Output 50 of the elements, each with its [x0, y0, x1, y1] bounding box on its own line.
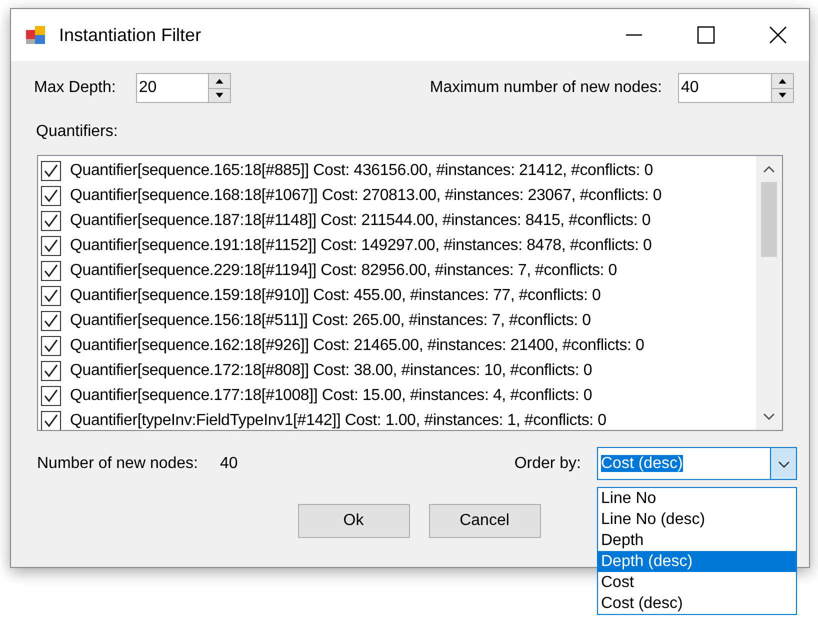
checkbox[interactable]	[41, 310, 61, 330]
node-count: 40	[220, 454, 238, 474]
quantifier-list[interactable]	[37, 155, 783, 431]
section-label: Quantifiers:	[36, 122, 118, 142]
checkbox[interactable]	[41, 360, 61, 380]
app-icon	[25, 24, 47, 46]
field-value: 20	[138, 78, 158, 98]
list-item-text[interactable]: Quantifier[sequence.191:18[#1152]] Cost: 149297.00, #instances: 8478, #conflicts: 0	[70, 234, 652, 258]
dropdown-option[interactable]: Line No (desc)	[598, 509, 796, 530]
checkbox[interactable]	[41, 160, 61, 180]
field-label: Maximum number of new nodes:	[430, 78, 662, 98]
scroll-thumb[interactable]	[761, 182, 777, 257]
dropdown-option[interactable]: Depth	[598, 530, 796, 551]
list-item-text[interactable]: Quantifier[sequence.165:18[#885]] Cost: 436156.00, #instances: 21412, #conflicts: 0	[70, 158, 653, 182]
dropdown-option[interactable]: Line No	[598, 488, 796, 509]
checkbox[interactable]	[41, 410, 61, 430]
window-title: Instantiation Filter	[59, 24, 202, 46]
checkbox[interactable]	[41, 386, 61, 406]
list-item-text[interactable]: Quantifier[sequence.162:18[#926]] Cost: 21465.00, #instances: 21400, #conflicts: 0	[70, 334, 644, 358]
spin-buttons[interactable]	[208, 74, 230, 102]
checkbox[interactable]	[41, 210, 61, 230]
number-field[interactable]: 40	[678, 73, 794, 103]
dialog-button[interactable]: Ok	[298, 504, 410, 538]
field-label: Order by:	[514, 454, 581, 474]
checkbox[interactable]	[41, 336, 61, 356]
list-item-text[interactable]: Quantifier[sequence.229:18[#1194]] Cost: 82956.00, #instances: 7, #conflicts: 0	[70, 258, 617, 282]
field-label: Number of new nodes:	[37, 454, 198, 474]
list-item-text[interactable]: Quantifier[sequence.168:18[#1067]] Cost: 270813.00, #instances: 23067, #conflicts: 0	[70, 184, 662, 208]
checkbox[interactable]	[41, 236, 61, 256]
spin-buttons[interactable]	[771, 74, 793, 102]
list-item-text[interactable]: Quantifier[typeInv:FieldTypeInv1[#142]] Cost: 1.00, #instances: 1, #conflicts: 0	[70, 408, 606, 430]
list-item-text[interactable]: Quantifier[sequence.156:18[#511]] Cost: 265.00, #instances: 7, #conflicts: 0	[70, 308, 591, 332]
list-item-text[interactable]: Quantifier[sequence.177:18[#1008]] Cost: 15.00, #instances: 4, #conflicts: 0	[70, 384, 592, 408]
dropdown-option[interactable]: Cost	[598, 572, 796, 593]
dropdown-option[interactable]: Depth (desc)	[598, 551, 796, 572]
chevron-down-icon[interactable]	[776, 458, 790, 468]
scrollbar[interactable]	[756, 156, 782, 430]
dialog-button[interactable]: Cancel	[428, 504, 540, 538]
list-item-text[interactable]: Quantifier[sequence.172:18[#808]] Cost: 38.00, #instances: 10, #conflicts: 0	[70, 358, 592, 382]
checkbox[interactable]	[41, 186, 61, 206]
dropdown-option[interactable]: Cost (desc)	[598, 593, 796, 614]
list-item-text[interactable]: Quantifier[sequence.187:18[#1148]] Cost: 211544.00, #instances: 8415, #conflicts: 0	[70, 208, 651, 232]
checkbox[interactable]	[41, 286, 61, 306]
order-by-dropdown[interactable]: Cost (desc)	[597, 447, 797, 480]
field-value: 40	[680, 78, 700, 98]
checkbox[interactable]	[41, 260, 61, 280]
number-field[interactable]: 20	[136, 73, 231, 103]
field-label: Max Depth:	[34, 78, 116, 98]
selected-value: Cost (desc)	[601, 454, 683, 472]
list-item-text[interactable]: Quantifier[sequence.159:18[#910]] Cost: 455.00, #instances: 77, #conflicts: 0	[70, 284, 601, 308]
